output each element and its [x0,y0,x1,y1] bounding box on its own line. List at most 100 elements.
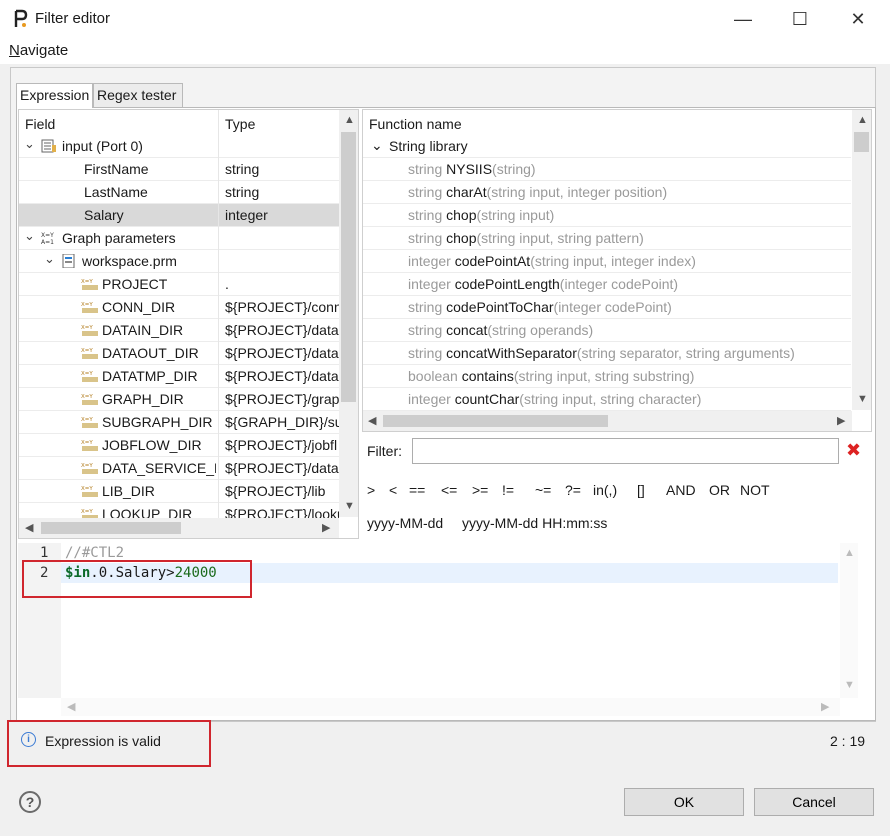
function-item[interactable]: string chop(string input, string pattern… [363,227,851,250]
function-item[interactable]: integer codePointAt(string input, intege… [363,250,851,273]
function-vertical-scrollbar[interactable]: ▲ ▼ [852,110,871,410]
scroll-thumb[interactable] [854,132,869,152]
operator-button[interactable]: > [367,482,375,498]
field-row[interactable]: ⌄ X=Y A=1 Graph parameters [19,227,339,250]
field-row[interactable]: LastName string [19,181,339,204]
chevron-down-icon[interactable]: ⌄ [24,136,35,152]
scroll-left-icon[interactable]: ◀ [25,521,33,534]
scroll-thumb[interactable] [41,522,181,534]
editor-horizontal-scrollbar[interactable]: ◀ ▶ [61,698,840,716]
field-row[interactable]: ⌄ workspace.prm [19,250,339,273]
operator-button[interactable]: OR [709,482,730,498]
chevron-down-icon[interactable]: ⌄ [24,228,35,244]
field-row[interactable]: X=Y SUBGRAPH_DIR ${GRAPH_DIR}/su [19,411,339,434]
operator-button[interactable]: >= [472,482,488,498]
scroll-thumb[interactable] [383,415,608,427]
operator-button[interactable]: in(,) [593,482,617,498]
filter-input[interactable] [412,438,839,464]
help-icon[interactable]: ? [19,791,41,813]
function-list[interactable]: Function name ⌄ String library string NY… [362,109,872,432]
operator-button[interactable]: AND [666,482,696,498]
field-name: PROJECT [102,276,168,292]
chevron-down-icon[interactable]: ⌄ [44,251,55,267]
scroll-up-icon[interactable]: ▲ [344,114,355,126]
field-horizontal-scrollbar[interactable]: ◀ ▶ [19,518,339,538]
field-type: ${PROJECT}/grap [225,391,339,407]
field-row[interactable]: X=Y LIB_DIR ${PROJECT}/lib [19,480,339,503]
function-return-type: integer [408,391,455,407]
scroll-thumb[interactable] [341,132,356,402]
field-tree-table[interactable]: Field Type ⌄ input (Port 0) FirstName strin… [18,109,359,539]
function-item[interactable]: string NYSIIS(string) [363,158,851,181]
cell-divider [218,342,219,365]
scroll-down-icon[interactable]: ▼ [844,679,855,691]
parameter-icon: X=Y [81,346,99,363]
function-return-type: string [408,322,447,338]
scroll-right-icon[interactable]: ▶ [837,414,845,427]
field-column-header[interactable]: Field [25,116,55,132]
code-line-1[interactable]: //#CTL2 [65,545,124,561]
field-row[interactable]: X=Y GRAPH_DIR ${PROJECT}/grap [19,388,339,411]
function-item[interactable]: string charAt(string input, integer posi… [363,181,851,204]
tab-regex-tester[interactable]: Regex tester [93,83,183,107]
field-row[interactable]: X=Y DATATMP_DIR ${PROJECT}/data [19,365,339,388]
function-item[interactable]: string chop(string input) [363,204,851,227]
cell-divider [218,135,219,158]
scroll-down-icon[interactable]: ▼ [344,500,355,512]
operator-button[interactable]: < [389,482,397,498]
operator-button[interactable]: != [502,482,514,498]
function-item[interactable]: boolean contains(string input, string su… [363,365,851,388]
datetime-format-button[interactable]: yyyy-MM-dd HH:mm:ss [462,515,607,531]
function-item[interactable]: string concat(string operands) [363,319,851,342]
tab-expression[interactable]: Expression [16,83,93,108]
function-horizontal-scrollbar[interactable]: ◀ ▶ [363,411,852,431]
field-row[interactable]: X=Y JOBFLOW_DIR ${PROJECT}/jobfl [19,434,339,457]
function-args: (string input, integer index) [530,253,696,269]
operator-button[interactable]: ?= [565,482,581,498]
operator-button[interactable]: <= [441,482,457,498]
ok-button[interactable]: OK [624,788,744,816]
field-row[interactable]: X=Y DATA_SERVICE_D ${PROJECT}/data [19,457,339,480]
chevron-down-icon[interactable]: ⌄ [371,137,383,154]
scroll-up-icon[interactable]: ▲ [857,114,868,126]
operator-button[interactable]: NOT [740,482,770,498]
maximize-button[interactable]: ☐ [777,0,823,38]
menu-navigate[interactable]: Navigate [9,42,68,59]
function-name: contains [461,368,514,384]
field-row[interactable]: Salary integer [19,204,339,227]
operator-button[interactable]: [] [637,482,645,498]
scroll-down-icon[interactable]: ▼ [857,393,868,405]
field-row[interactable]: FirstName string [19,158,339,181]
editor-vertical-scrollbar[interactable]: ▲ ▼ [840,543,858,698]
clear-filter-icon[interactable]: ✖ [846,440,861,461]
operator-button[interactable]: ~= [535,482,551,498]
app-logo-icon [14,9,28,27]
field-row[interactable]: X=Y DATAIN_DIR ${PROJECT}/data [19,319,339,342]
cancel-button[interactable]: Cancel [754,788,874,816]
type-column-header[interactable]: Type [225,116,255,132]
scroll-left-icon[interactable]: ◀ [368,414,376,427]
operator-button[interactable]: == [409,482,425,498]
function-return-type: string [408,345,447,361]
function-item[interactable]: integer countChar(string input, string c… [363,388,851,411]
function-item[interactable]: integer codePointLength(integer codePoin… [363,273,851,296]
date-format-button[interactable]: yyyy-MM-dd [367,515,443,531]
field-row[interactable]: X=Y PROJECT. [19,273,339,296]
scroll-up-icon[interactable]: ▲ [844,547,855,559]
field-row[interactable]: X=Y DATAOUT_DIR ${PROJECT}/data [19,342,339,365]
field-vertical-scrollbar[interactable]: ▲ ▼ [339,110,358,517]
function-name-header[interactable]: Function name [369,116,462,132]
function-item[interactable]: string concatWithSeparator(string separa… [363,342,851,365]
parameter-icon: X=Y [81,369,99,386]
close-button[interactable]: ✕ [835,0,881,38]
field-type: string [225,184,260,200]
scroll-right-icon[interactable]: ▶ [322,521,330,534]
field-name: Graph parameters [62,230,176,246]
function-group-string-library[interactable]: ⌄ String library [363,135,851,158]
field-row[interactable]: X=Y CONN_DIR ${PROJECT}/conn [19,296,339,319]
minimize-button[interactable]: — [720,0,766,38]
scroll-right-icon[interactable]: ▶ [821,700,829,713]
field-row[interactable]: ⌄ input (Port 0) [19,135,339,158]
function-item[interactable]: string codePointToChar(integer codePoint… [363,296,851,319]
scroll-left-icon[interactable]: ◀ [67,700,75,713]
